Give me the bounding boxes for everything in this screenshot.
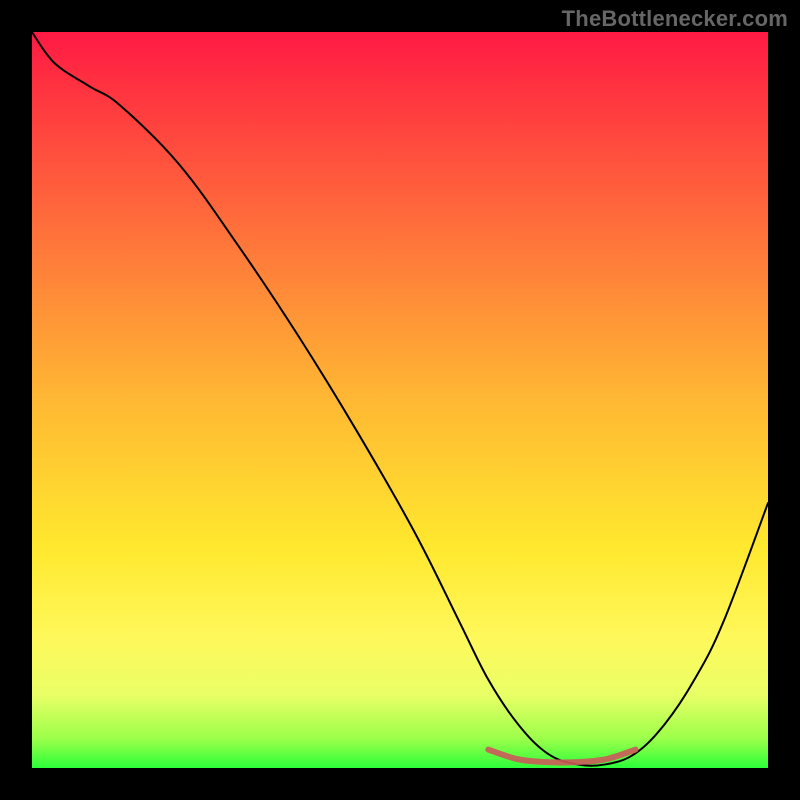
watermark-text: TheBottlenecker.com (562, 6, 788, 32)
chart-frame: TheBottlenecker.com (0, 0, 800, 800)
gradient-background (32, 32, 768, 768)
chart-svg (32, 32, 768, 768)
plot-area (32, 32, 768, 768)
